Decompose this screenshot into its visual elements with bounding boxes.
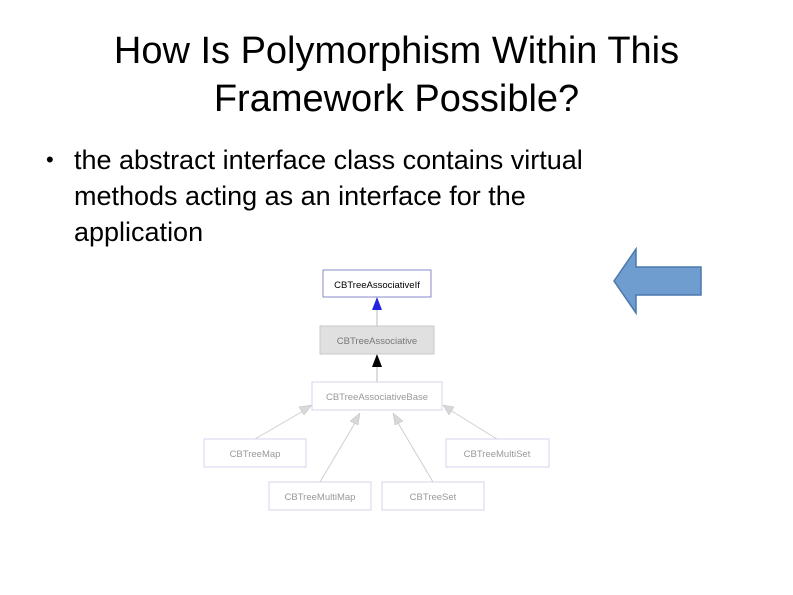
node-multiset[interactable]: CBTreeMultiSet [445, 438, 550, 468]
edge-assoc-to-if-arrowhead [372, 297, 382, 310]
node-multimap-label: CBTreeMultiMap [285, 492, 356, 503]
node-base-label: CBTreeAssociativeBase [326, 392, 428, 403]
edge-multimap-to-base-arrowhead [349, 412, 361, 426]
edge-multiset-to-base [449, 409, 498, 440]
edge-multimap-to-base [319, 422, 356, 483]
node-set-label: CBTreeSet [410, 492, 457, 503]
left-arrow-icon[interactable] [613, 247, 703, 315]
edge-set-to-base [397, 422, 434, 483]
node-assoc-label: CBTreeAssociative [337, 336, 417, 347]
edge-set-to-base-arrowhead [392, 412, 404, 426]
edge-map-to-base [254, 409, 306, 440]
node-map[interactable]: CBTreeMap [203, 438, 307, 468]
node-multimap[interactable]: CBTreeMultiMap [268, 481, 372, 511]
node-assoc[interactable]: CBTreeAssociative [319, 325, 435, 355]
node-multiset-label: CBTreeMultiSet [464, 449, 531, 460]
node-if[interactable]: CBTreeAssociativeIf [322, 269, 432, 298]
edge-map-to-base-arrowhead [298, 404, 313, 416]
node-set[interactable]: CBTreeSet [381, 481, 485, 511]
slide: How Is Polymorphism Within This Framewor… [0, 0, 793, 595]
node-map-label: CBTreeMap [230, 449, 281, 460]
node-if-label: CBTreeAssociativeIf [334, 280, 420, 291]
edge-multiset-to-base-arrowhead [442, 404, 455, 416]
node-base[interactable]: CBTreeAssociativeBase [311, 381, 443, 411]
edge-base-to-assoc-arrowhead [372, 354, 382, 367]
